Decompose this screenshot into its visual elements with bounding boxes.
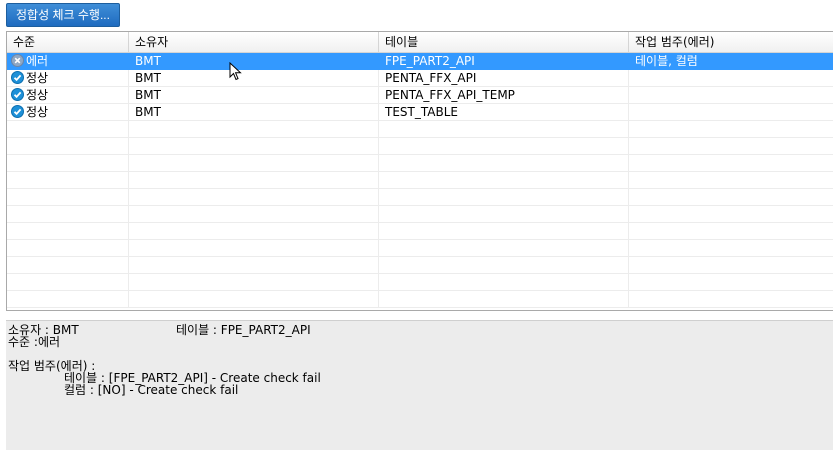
table-row[interactable]: 정상 BMT TEST_TABLE	[7, 104, 833, 121]
empty-cell	[7, 121, 129, 138]
empty-row	[7, 121, 833, 138]
empty-cell	[379, 257, 629, 274]
empty-cell	[7, 189, 129, 206]
empty-row	[7, 155, 833, 172]
empty-cell	[629, 172, 833, 189]
table-cell: PENTA_FFX_API_TEMP	[379, 87, 629, 104]
level-cell: 정상	[7, 87, 129, 104]
empty-cell	[379, 240, 629, 257]
empty-cell	[629, 155, 833, 172]
column-header-table[interactable]: 테이블	[379, 32, 629, 52]
empty-row	[7, 257, 833, 274]
empty-cell	[379, 121, 629, 138]
empty-cell	[629, 274, 833, 291]
column-header-owner[interactable]: 소유자	[129, 32, 379, 52]
empty-cell	[629, 189, 833, 206]
empty-cell	[129, 138, 379, 155]
empty-row	[7, 291, 833, 308]
table-cell: PENTA_FFX_API	[379, 70, 629, 87]
x-circle-icon	[11, 54, 24, 67]
empty-cell	[629, 138, 833, 155]
empty-cell	[7, 240, 129, 257]
empty-cell	[379, 138, 629, 155]
empty-row	[7, 274, 833, 291]
owner-cell: BMT	[129, 104, 379, 121]
empty-row	[7, 138, 833, 155]
table-row[interactable]: 정상 BMT PENTA_FFX_API	[7, 70, 833, 87]
column-header-level[interactable]: 수준	[7, 32, 129, 52]
empty-cell	[629, 257, 833, 274]
toolbar: 정합성 체크 수행...	[0, 0, 833, 30]
empty-row	[7, 206, 833, 223]
empty-cell	[379, 274, 629, 291]
check-circle-icon	[11, 71, 24, 84]
category-cell	[629, 104, 833, 121]
empty-cell	[129, 274, 379, 291]
level-label: 정상	[26, 88, 49, 102]
category-cell	[629, 70, 833, 87]
grid-header: 수준 소유자 테이블 작업 범주(에러)	[7, 32, 833, 53]
empty-cell	[7, 172, 129, 189]
detail-table: 테이블 : FPE_PART2_API	[176, 323, 311, 337]
check-circle-icon	[11, 88, 24, 101]
empty-cell	[129, 155, 379, 172]
table-cell: TEST_TABLE	[379, 104, 629, 121]
detail-panel: 소유자 : BMT 테이블 : FPE_PART2_API 수준 :에러 작업 …	[6, 320, 833, 450]
check-circle-icon	[11, 105, 24, 118]
empty-cell	[629, 121, 833, 138]
run-consistency-check-button[interactable]: 정합성 체크 수행...	[6, 3, 120, 27]
empty-cell	[629, 223, 833, 240]
empty-cell	[7, 257, 129, 274]
empty-cell	[379, 223, 629, 240]
level-label: 에러	[26, 54, 49, 68]
empty-cell	[7, 155, 129, 172]
empty-cell	[379, 206, 629, 223]
category-cell	[629, 87, 833, 104]
empty-row	[7, 240, 833, 257]
empty-cell	[379, 155, 629, 172]
empty-cell	[129, 240, 379, 257]
empty-cell	[7, 274, 129, 291]
empty-cell	[7, 291, 129, 308]
empty-row	[7, 172, 833, 189]
owner-cell: BMT	[129, 87, 379, 104]
empty-cell	[129, 223, 379, 240]
empty-row	[7, 189, 833, 206]
empty-cell	[129, 257, 379, 274]
level-label: 정상	[26, 71, 49, 85]
empty-cell	[379, 172, 629, 189]
category-cell: 테이블, 컬럼	[629, 53, 833, 70]
empty-cell	[7, 223, 129, 240]
empty-cell	[379, 291, 629, 308]
empty-cell	[129, 172, 379, 189]
table-row[interactable]: 정상 BMT PENTA_FFX_API_TEMP	[7, 87, 833, 104]
level-label: 정상	[26, 105, 49, 119]
empty-cell	[379, 189, 629, 206]
level-cell: 정상	[7, 70, 129, 87]
empty-cell	[129, 189, 379, 206]
result-grid[interactable]: 수준 소유자 테이블 작업 범주(에러) 에러 BMT FPE_PART2_API 테…	[6, 31, 833, 311]
level-cell: 정상	[7, 104, 129, 121]
owner-cell: BMT	[129, 53, 379, 70]
owner-cell: BMT	[129, 70, 379, 87]
empty-cell	[7, 138, 129, 155]
empty-cell	[129, 291, 379, 308]
column-header-category[interactable]: 작업 범주(에러)	[629, 32, 833, 52]
empty-cell	[129, 121, 379, 138]
empty-cell	[129, 206, 379, 223]
detail-column-message: 컬럼 : [NO] - Create check fail	[64, 383, 239, 397]
table-cell: FPE_PART2_API	[379, 53, 629, 70]
empty-cell	[629, 291, 833, 308]
empty-cell	[629, 206, 833, 223]
empty-cell	[7, 206, 129, 223]
level-cell: 에러	[7, 53, 129, 70]
detail-level: 수준 :에러	[8, 335, 61, 349]
table-row[interactable]: 에러 BMT FPE_PART2_API 테이블, 컬럼	[7, 53, 833, 70]
empty-row	[7, 223, 833, 240]
empty-cell	[629, 240, 833, 257]
